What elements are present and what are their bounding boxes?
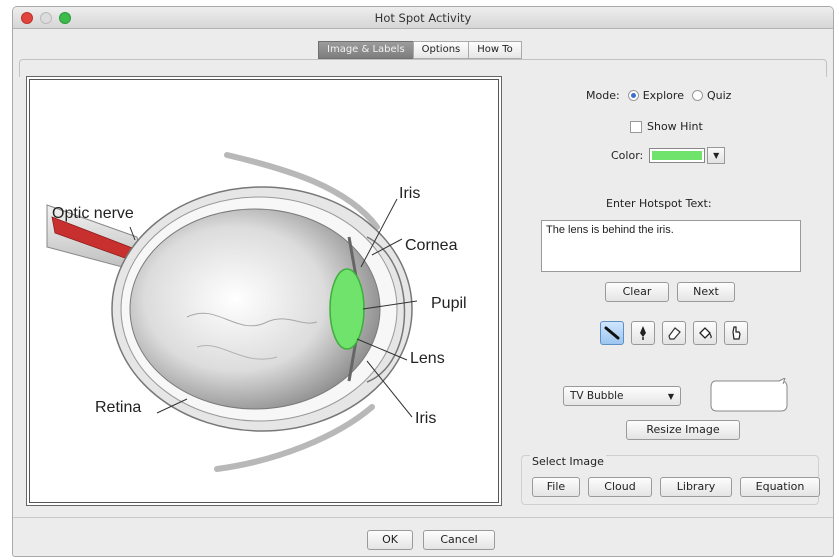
label-iris-bottom[interactable]: Iris bbox=[415, 410, 436, 428]
pen-line-icon[interactable] bbox=[600, 321, 624, 345]
label-optic-nerve[interactable]: Optic nerve bbox=[52, 205, 134, 223]
quiz-radio[interactable] bbox=[691, 90, 703, 101]
tab-options[interactable]: Options bbox=[412, 41, 470, 59]
clear-button[interactable]: Clear bbox=[605, 282, 669, 302]
eraser-icon[interactable] bbox=[662, 321, 686, 345]
clear-next-row: Clear Next bbox=[605, 282, 735, 302]
color-label: Color: bbox=[611, 149, 644, 162]
title-bar: Hot Spot Activity bbox=[13, 7, 833, 29]
label-pupil[interactable]: Pupil bbox=[431, 295, 467, 313]
bubble-style-select[interactable]: TV Bubble ▼ bbox=[563, 386, 681, 406]
color-picker[interactable]: ▼ bbox=[649, 147, 726, 164]
resize-row: Resize Image bbox=[626, 420, 740, 440]
tab-how-to[interactable]: How To bbox=[468, 41, 522, 59]
hotspot-text-label: Enter Hotspot Text: bbox=[606, 197, 712, 210]
hotspot-text-input[interactable]: The lens is behind the iris. bbox=[541, 220, 801, 272]
next-button[interactable]: Next bbox=[677, 282, 735, 302]
file-button[interactable]: File bbox=[532, 477, 580, 497]
bubble-preview bbox=[710, 378, 788, 412]
label-cornea[interactable]: Cornea bbox=[405, 237, 457, 255]
image-canvas[interactable]: Optic nerve Iris Cornea Pupil Lens Retin… bbox=[26, 76, 502, 506]
select-image-buttons: File Cloud Library Equation bbox=[532, 477, 820, 497]
explore-label[interactable]: Explore bbox=[643, 89, 684, 102]
label-lens[interactable]: Lens bbox=[410, 350, 445, 368]
show-hint-label[interactable]: Show Hint bbox=[647, 120, 703, 133]
show-hint-row: Show Hint bbox=[630, 120, 703, 133]
window-title: Hot Spot Activity bbox=[374, 11, 472, 25]
explore-radio[interactable] bbox=[627, 90, 639, 101]
library-button[interactable]: Library bbox=[660, 477, 732, 497]
paint-bucket-icon[interactable] bbox=[693, 321, 717, 345]
tab-bar: Image & Labels Options How To bbox=[318, 41, 522, 59]
mode-row: Mode: Explore Quiz bbox=[586, 89, 731, 102]
controls-panel: Mode: Explore Quiz Show Hint Color: ▼ En… bbox=[507, 77, 827, 507]
equation-button[interactable]: Equation bbox=[740, 477, 820, 497]
quiz-label[interactable]: Quiz bbox=[707, 89, 731, 102]
cancel-button[interactable]: Cancel bbox=[423, 530, 495, 550]
drawing-tools-row bbox=[600, 321, 755, 345]
color-swatch-fill bbox=[652, 151, 703, 160]
lens-hotspot[interactable] bbox=[329, 268, 365, 350]
select-image-label: Select Image bbox=[530, 455, 606, 468]
eye-diagram bbox=[46, 152, 418, 472]
label-retina[interactable]: Retina bbox=[95, 399, 141, 417]
hot-spot-window: Hot Spot Activity Image & Labels Options… bbox=[12, 6, 834, 557]
bubble-style-value: TV Bubble bbox=[570, 390, 624, 402]
color-swatch[interactable] bbox=[649, 148, 706, 163]
tab-image-labels[interactable]: Image & Labels bbox=[318, 41, 414, 59]
show-hint-checkbox[interactable] bbox=[630, 120, 642, 133]
dialog-footer: OK Cancel bbox=[13, 517, 833, 556]
color-dropdown-arrow-icon[interactable]: ▼ bbox=[707, 147, 726, 164]
hotspot-text-row: Enter Hotspot Text: bbox=[606, 197, 712, 210]
bubble-row: TV Bubble ▼ bbox=[563, 378, 791, 414]
label-iris-top[interactable]: Iris bbox=[399, 185, 420, 203]
color-row: Color: ▼ bbox=[611, 147, 726, 164]
ok-button[interactable]: OK bbox=[367, 530, 413, 550]
chevron-down-icon: ▼ bbox=[667, 391, 674, 401]
hand-pointer-icon[interactable] bbox=[724, 321, 748, 345]
resize-image-button[interactable]: Resize Image bbox=[626, 420, 740, 440]
pen-nib-icon[interactable] bbox=[631, 321, 655, 345]
select-image-group: Select Image File Cloud Library Equation bbox=[521, 455, 820, 505]
cloud-button[interactable]: Cloud bbox=[588, 477, 652, 497]
tab-panel-border bbox=[19, 59, 827, 77]
mode-label: Mode: bbox=[586, 89, 620, 102]
